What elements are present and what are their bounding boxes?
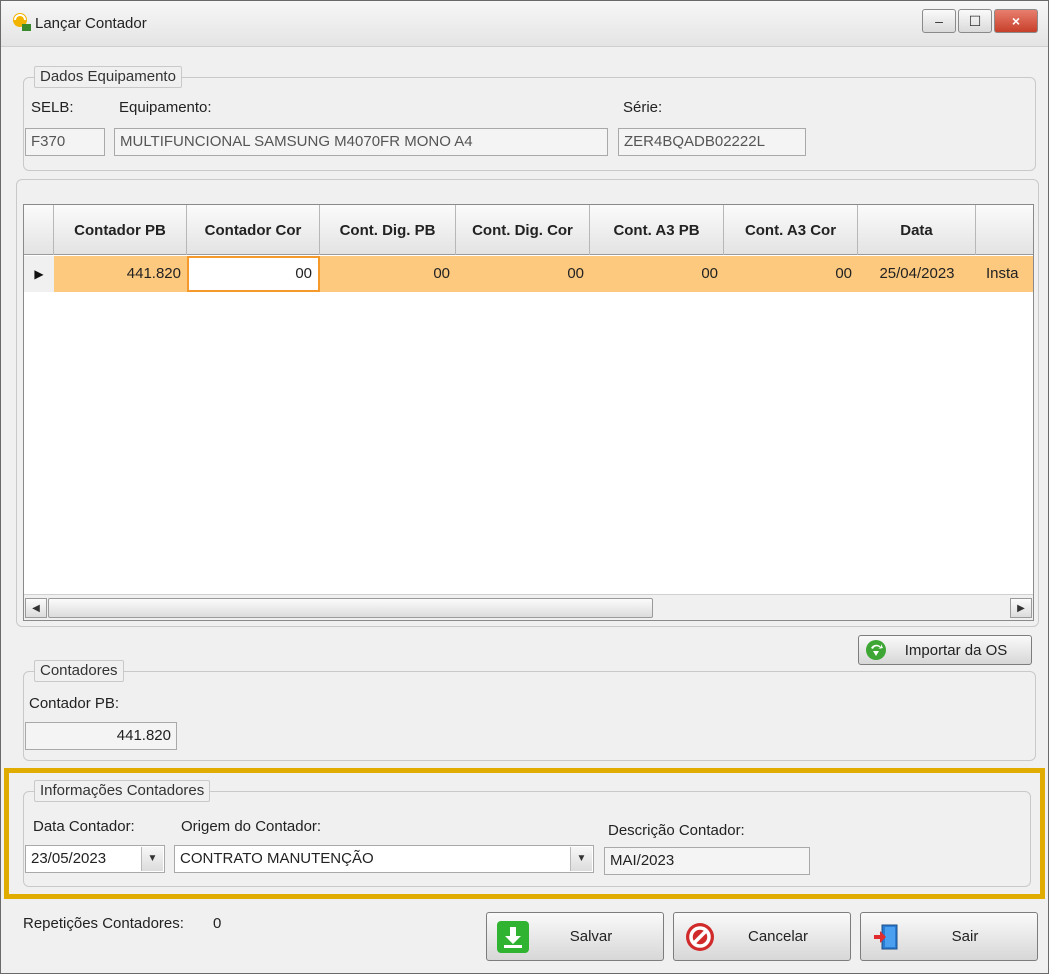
exit-door-icon (874, 924, 898, 949)
descricao-contador-field[interactable]: MAI/2023 (604, 847, 810, 875)
repeticoes-label: Repetições Contadores: (23, 915, 184, 932)
cell-cont-a3-cor[interactable]: 00 (724, 256, 858, 292)
col-header-cont-dig-pb[interactable]: Cont. Dig. PB (320, 205, 456, 255)
origem-contador-select[interactable]: CONTRATO MANUTENÇÃO ▼ (174, 845, 594, 873)
cell-extra[interactable]: Insta (976, 256, 1033, 292)
col-header-cont-a3-pb[interactable]: Cont. A3 PB (590, 205, 724, 255)
table-row[interactable]: ▶ 441.820 00 00 00 00 00 25/04/2023 Inst… (24, 256, 1033, 292)
serie-field[interactable]: ZER4BQADB02222L (618, 128, 806, 156)
import-os-label: Importar da OS (904, 641, 1008, 659)
title-bar[interactable]: Lançar Contador – ☐ × (1, 1, 1048, 47)
col-header-cont-dig-cor[interactable]: Cont. Dig. Cor (456, 205, 590, 255)
minimize-button[interactable]: – (922, 9, 956, 33)
cell-contador-cor[interactable]: 00 (187, 256, 320, 292)
cancel-prohibited-icon (686, 922, 714, 951)
serie-label: Série: (623, 99, 663, 116)
selb-field[interactable]: F370 (25, 128, 105, 156)
maximize-icon: ☐ (968, 12, 982, 29)
scroll-right-icon[interactable]: ▶ (1010, 598, 1032, 618)
cell-cont-dig-cor[interactable]: 00 (456, 256, 590, 292)
equipment-label: Equipamento: (119, 99, 212, 116)
close-button[interactable]: × (994, 9, 1038, 33)
info-group-legend: Informações Contadores (34, 780, 211, 802)
import-arrow-icon (866, 640, 886, 660)
grid-header: Contador PB Contador Cor Cont. Dig. PB C… (24, 205, 1033, 255)
contador-pb-field[interactable]: 441.820 (25, 722, 177, 750)
col-header-contador-cor[interactable]: Contador Cor (187, 205, 320, 255)
save-label: Salvar (569, 928, 613, 945)
cancel-button[interactable]: Cancelar (673, 912, 851, 961)
col-header-contador-pb[interactable]: Contador PB (54, 205, 187, 255)
col-header-extra[interactable] (976, 205, 1033, 255)
exit-label: Sair (951, 928, 979, 945)
scroll-left-icon[interactable]: ◀ (25, 598, 47, 618)
scroll-thumb[interactable] (48, 598, 653, 618)
cell-cont-a3-pb[interactable]: 00 (590, 256, 724, 292)
equipment-field[interactable]: MULTIFUNCIONAL SAMSUNG M4070FR MONO A4 (114, 128, 608, 156)
row-header-corner (24, 205, 54, 255)
cell-contador-pb[interactable]: 441.820 (54, 256, 187, 292)
equipment-group: Dados Equipamento (23, 66, 1036, 171)
selb-label: SELB: (31, 99, 74, 116)
repeticoes-value: 0 (213, 915, 222, 932)
data-contador-label: Data Contador: (33, 818, 135, 835)
main-window: Lançar Contador – ☐ × Dados Equipamento … (0, 0, 1049, 974)
minimize-icon: – (935, 13, 943, 29)
save-button[interactable]: Salvar (486, 912, 664, 961)
import-os-button[interactable]: Importar da OS (858, 635, 1032, 665)
app-logo-icon (13, 13, 31, 31)
equipment-group-legend: Dados Equipamento (34, 66, 182, 88)
counter-grid[interactable]: Contador PB Contador Cor Cont. Dig. PB C… (23, 204, 1034, 621)
counters-group-legend: Contadores (34, 660, 124, 682)
save-download-icon (497, 920, 529, 953)
exit-button[interactable]: Sair (860, 912, 1038, 961)
cell-cont-dig-pb[interactable]: 00 (320, 256, 456, 292)
origem-contador-value: CONTRATO MANUTENÇÃO (180, 850, 374, 867)
close-icon: × (1011, 13, 1021, 29)
data-contador-value: 23/05/2023 (31, 850, 107, 867)
window-title: Lançar Contador (35, 15, 147, 32)
data-contador-picker[interactable]: 23/05/2023 ▼ (25, 845, 165, 873)
cell-data[interactable]: 25/04/2023 (858, 256, 976, 292)
origin-dropdown-icon[interactable]: ▼ (570, 847, 592, 871)
date-dropdown-icon[interactable]: ▼ (141, 847, 163, 871)
col-header-data[interactable]: Data (858, 205, 976, 255)
window-controls: – ☐ × (922, 9, 1038, 33)
maximize-button[interactable]: ☐ (958, 9, 992, 33)
row-indicator-icon: ▶ (24, 256, 54, 292)
horizontal-scrollbar[interactable]: ◀ ▶ (24, 594, 1033, 620)
origem-contador-label: Origem do Contador: (181, 818, 322, 835)
cancel-label: Cancelar (747, 928, 809, 945)
col-header-cont-a3-cor[interactable]: Cont. A3 Cor (724, 205, 858, 255)
contador-pb-label: Contador PB: (29, 695, 120, 712)
descricao-contador-label: Descrição Contador: (608, 822, 745, 839)
